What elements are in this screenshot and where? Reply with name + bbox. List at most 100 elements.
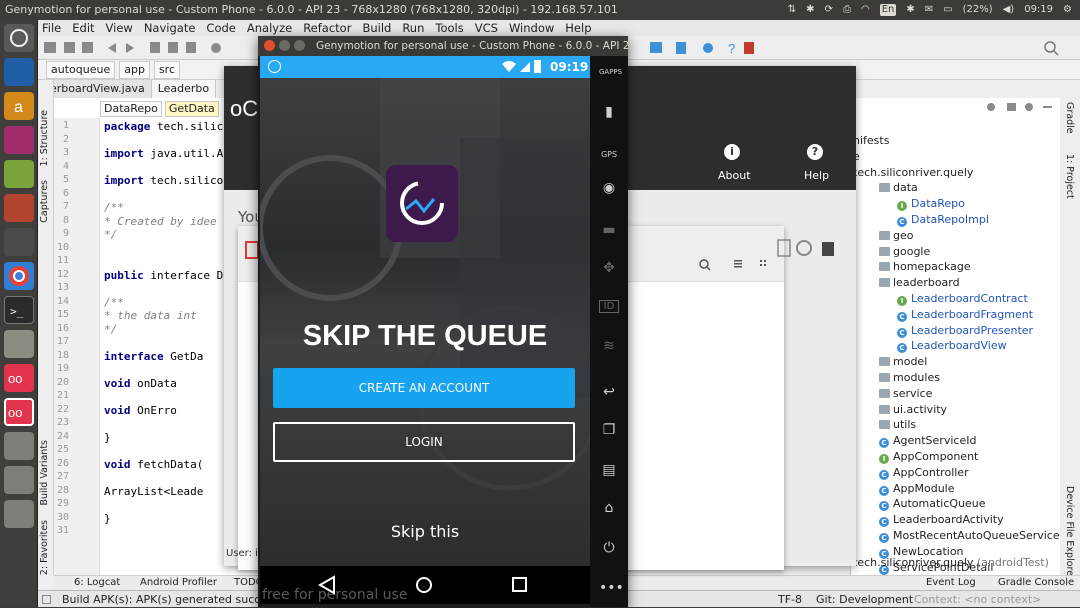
hide-icon[interactable] (1043, 106, 1052, 108)
find-icon[interactable] (211, 43, 221, 53)
skip-link[interactable]: Skip this (260, 522, 590, 541)
git-branch[interactable]: Git: Development (816, 591, 913, 608)
terminal-icon[interactable]: >_ (4, 296, 34, 324)
bluetooth-icon[interactable]: ✱ (806, 0, 814, 20)
login-button[interactable]: LOGIN (273, 422, 575, 462)
media-icon[interactable]: ▬ (599, 222, 619, 238)
copy-doc-icon[interactable] (777, 239, 791, 257)
project-tool[interactable]: 1: Project (1064, 154, 1075, 199)
writer-icon[interactable] (4, 58, 34, 86)
save-icon[interactable] (64, 42, 75, 53)
menu-edit[interactable]: Edit (72, 20, 94, 36)
sync-files-icon[interactable] (82, 42, 93, 53)
paste-icon[interactable] (186, 42, 196, 53)
tree-item[interactable]: C AppController (879, 466, 969, 480)
network-icon[interactable]: ⇅ (788, 0, 796, 20)
tree-item[interactable]: C LeaderboardPresenter (897, 324, 1033, 338)
document-icon[interactable] (245, 241, 259, 259)
info-icon[interactable]: i (724, 144, 740, 160)
menu-view[interactable]: View (106, 20, 133, 36)
list-view-icon[interactable] (734, 260, 742, 268)
tree-item[interactable]: C DataRepoImpl (897, 213, 989, 227)
breadcrumb-app[interactable]: app (119, 61, 150, 79)
settings-icon[interactable] (4, 330, 34, 358)
volume-icon[interactable]: ◀) (1003, 0, 1015, 20)
home-nav-icon[interactable] (416, 577, 432, 593)
home-button-icon[interactable]: ⌂ (599, 500, 619, 516)
tree-item[interactable]: nifests (853, 134, 889, 148)
method-tab-getdata[interactable]: GetData (164, 101, 219, 117)
sync-icon[interactable]: ⟳ (825, 0, 833, 20)
collapse-icon[interactable] (1007, 103, 1016, 111)
tree-item[interactable]: C LeaderboardView (897, 339, 1007, 354)
tree-item[interactable]: C AppModule (879, 482, 955, 496)
maximize-window-icon[interactable] (294, 40, 305, 51)
menu-window[interactable]: Window (509, 20, 554, 36)
menu-file[interactable]: File (42, 20, 61, 36)
gps-icon[interactable]: GPS (599, 150, 619, 159)
search-everywhere-icon[interactable] (1044, 41, 1056, 53)
files-icon[interactable] (4, 194, 34, 222)
search-icon[interactable] (699, 259, 709, 269)
device-id-icon[interactable]: ID (599, 300, 619, 313)
tree-item[interactable]: tech.siliconriver.quely (853, 166, 973, 180)
tree-item[interactable]: C AgentServiceId (879, 434, 976, 449)
menu-build[interactable]: Build (362, 20, 391, 36)
settings-gear-icon[interactable] (1025, 103, 1033, 111)
avd-manager-icon[interactable] (650, 42, 662, 53)
help-icon[interactable]: ? (728, 41, 735, 56)
profiler-tool[interactable]: Android Profiler (140, 576, 217, 590)
tree-item[interactable]: service (879, 387, 932, 401)
network-rss-icon[interactable]: ≋ (599, 338, 619, 354)
menu-navigate[interactable]: Navigate (144, 20, 196, 36)
android-screen[interactable]: 09:19 SKIP THE QUEUE CREATE AN ACCOUNT L… (260, 56, 590, 604)
battery-widget-icon[interactable]: ▮ (599, 104, 619, 120)
device-file-explorer-tool[interactable]: Device File Explorer (1064, 486, 1075, 580)
tree-item[interactable]: C AutomaticQueue (879, 497, 986, 512)
tree-item[interactable]: utils (879, 418, 916, 432)
breadcrumb-src[interactable]: src (153, 61, 180, 79)
software-icon[interactable] (4, 126, 34, 154)
event-log-tool[interactable]: Event Log (926, 576, 976, 590)
power-icon[interactable]: ⚙ (1063, 0, 1072, 20)
tree-item[interactable]: leaderboard (879, 276, 960, 290)
bluetooth-icon-2[interactable]: ✱ (906, 0, 914, 20)
tree-item[interactable]: homepackage (879, 260, 971, 274)
tree-item[interactable]: C MostRecentAutoQueueService (879, 529, 1060, 543)
wifi-icon[interactable]: ◠ (861, 0, 870, 20)
refresh-icon[interactable] (796, 240, 812, 256)
drive-icon-2[interactable] (4, 466, 34, 494)
locate-icon[interactable] (987, 103, 995, 111)
mail-icon[interactable]: ✉ (925, 0, 933, 20)
help-circle-icon[interactable]: ? (807, 144, 823, 160)
create-account-button[interactable]: CREATE AN ACCOUNT (273, 368, 575, 408)
remote-control-icon[interactable]: ✥ (599, 260, 619, 276)
copy-icon[interactable] (168, 42, 178, 53)
forward-icon[interactable] (126, 43, 134, 53)
more-options-icon[interactable]: ••• (599, 580, 624, 596)
recents-nav-icon[interactable] (512, 577, 527, 592)
gradle-tool[interactable]: Gradle (1064, 102, 1075, 134)
camera-icon[interactable]: ◉ (599, 180, 619, 196)
gradle-console-tool[interactable]: Gradle Console (998, 576, 1074, 590)
android-studio-icon[interactable] (4, 160, 34, 188)
printer-icon[interactable]: ⎙ (843, 0, 851, 20)
clock[interactable]: 09:19 (1024, 0, 1053, 20)
minimize-window-icon[interactable] (279, 40, 290, 51)
back-icon[interactable] (108, 43, 116, 53)
close-window-icon[interactable] (264, 40, 275, 51)
structure-tool[interactable]: 1: Structure (39, 110, 50, 166)
video-icon[interactable] (4, 228, 34, 256)
grid-view-icon[interactable] (760, 260, 766, 266)
amazon-icon[interactable]: a (4, 92, 34, 120)
battery-icon[interactable]: ▭ (943, 0, 952, 20)
tree-item[interactable]: I AppComponent (879, 450, 978, 464)
back-button-icon[interactable]: ↩ (599, 384, 619, 400)
tree-item[interactable]: C LeaderboardActivity (879, 513, 1004, 528)
cut-icon[interactable] (150, 42, 160, 53)
menu-vcs[interactable]: VCS (475, 20, 498, 36)
menu-run[interactable]: Run (402, 20, 424, 36)
favorites-tool[interactable]: 2: Favorites (39, 520, 50, 575)
build-variants-tool[interactable]: Build Variants (39, 440, 50, 506)
tree-item[interactable]: data (879, 181, 918, 195)
